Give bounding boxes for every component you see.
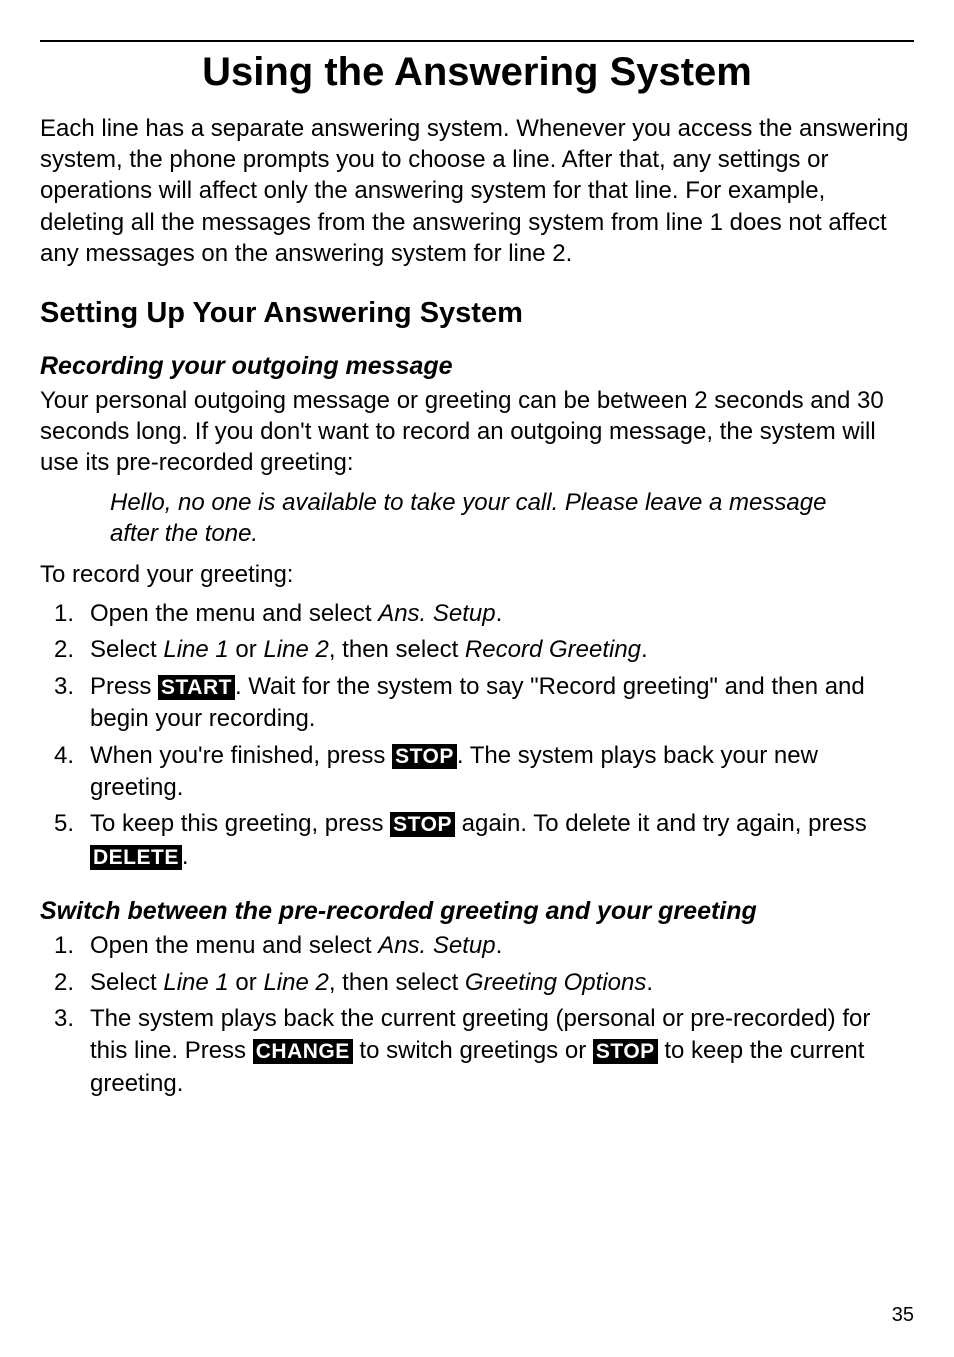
step-text: .: [496, 600, 503, 627]
menu-item-line2: Line 2: [263, 636, 328, 663]
step-text: To keep this greeting, press: [90, 810, 390, 837]
menu-item-line2: Line 2: [263, 969, 328, 996]
step-text: .: [182, 843, 189, 870]
subsection-heading-switch: Switch between the pre-recorded greeting…: [40, 897, 914, 926]
step-text: again. To delete it and try again, press: [455, 810, 867, 837]
top-divider: [40, 40, 914, 42]
list-item: Open the menu and select Ans. Setup.: [40, 930, 914, 962]
switch-steps-list: Open the menu and select Ans. Setup. Sel…: [40, 930, 914, 1100]
menu-item-line1: Line 1: [163, 636, 228, 663]
change-button-label: CHANGE: [253, 1039, 353, 1064]
step-text: .: [496, 932, 503, 959]
step-text: Open the menu and select: [90, 932, 378, 959]
stop-button-label: STOP: [593, 1039, 658, 1064]
step-text: Press: [90, 673, 158, 700]
step-text: When you're finished, press: [90, 742, 392, 769]
list-item: When you're finished, press STOP. The sy…: [40, 740, 914, 805]
list-item: Select Line 1 or Line 2, then select Rec…: [40, 634, 914, 666]
intro-paragraph: Each line has a separate answering syste…: [40, 113, 914, 269]
delete-button-label: DELETE: [90, 845, 182, 870]
list-item: Select Line 1 or Line 2, then select Gre…: [40, 967, 914, 999]
step-text: Select: [90, 636, 163, 663]
menu-item-record-greeting: Record Greeting: [465, 636, 641, 663]
step-text: or: [229, 636, 264, 663]
step-text: .: [641, 636, 648, 663]
step-text: , then select: [329, 636, 465, 663]
list-item: To keep this greeting, press STOP again.…: [40, 808, 914, 873]
list-item: Open the menu and select Ans. Setup.: [40, 598, 914, 630]
step-text: , then select: [329, 969, 465, 996]
stop-button-label: STOP: [390, 812, 455, 837]
page-number: 35: [892, 1304, 914, 1327]
prerecorded-quote: Hello, no one is available to take your …: [110, 487, 874, 549]
step-text: Open the menu and select: [90, 600, 378, 627]
page-title: Using the Answering System: [40, 50, 914, 95]
menu-item-line1: Line 1: [163, 969, 228, 996]
menu-item-ans-setup: Ans. Setup: [378, 600, 495, 627]
subsection-switch: Switch between the pre-recorded greeting…: [40, 897, 914, 1100]
menu-item-greeting-options: Greeting Options: [465, 969, 646, 996]
recording-paragraph: Your personal outgoing message or greeti…: [40, 385, 914, 479]
start-button-label: START: [158, 675, 235, 700]
step-text: .: [646, 969, 653, 996]
recording-steps-list: Open the menu and select Ans. Setup. Sel…: [40, 598, 914, 873]
stop-button-label: STOP: [392, 744, 457, 769]
list-item: The system plays back the current greeti…: [40, 1003, 914, 1100]
step-text: or: [229, 969, 264, 996]
subsection-heading-recording: Recording your outgoing message: [40, 352, 914, 381]
list-item: Press START. Wait for the system to say …: [40, 671, 914, 736]
step-text: Select: [90, 969, 163, 996]
section-heading: Setting Up Your Answering System: [40, 297, 914, 330]
subsection-recording: Recording your outgoing message Your per…: [40, 352, 914, 873]
menu-item-ans-setup: Ans. Setup: [378, 932, 495, 959]
step-text: to switch greetings or: [353, 1037, 593, 1064]
recording-lead: To record your greeting:: [40, 559, 914, 590]
